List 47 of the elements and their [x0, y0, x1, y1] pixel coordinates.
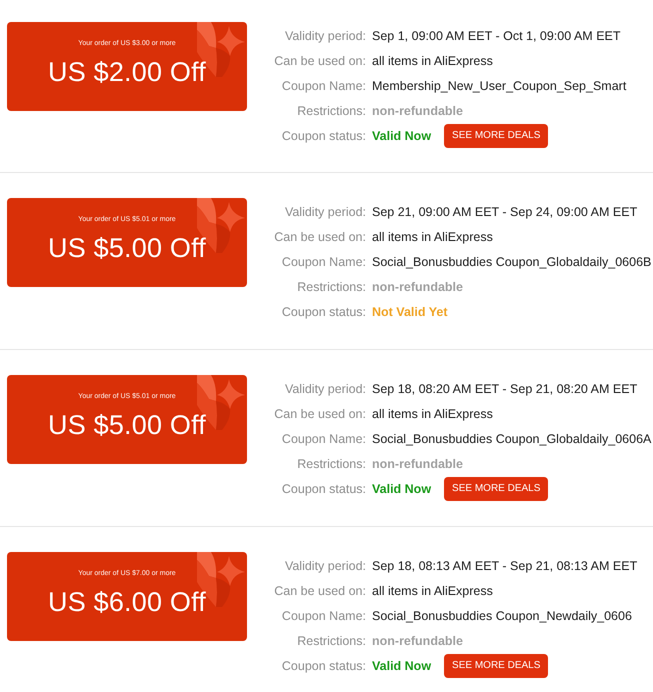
- coupon-status: Valid Now: [372, 658, 432, 672]
- field-label: Can be used on:: [273, 406, 366, 420]
- discount-amount: US $5.00 Off: [48, 409, 206, 441]
- field-value: Sep 18, 08:13 AM EET - Sep 21, 08:13 AM EET: [372, 558, 638, 572]
- field-value: Sep 18, 08:20 AM EET - Sep 21, 08:20 AM EET: [372, 382, 638, 396]
- field-label: Coupon status:: [280, 658, 366, 672]
- field-label: Coupon Name:: [280, 254, 366, 268]
- field-label: Coupon status:: [280, 128, 366, 142]
- field-label: Can be used on:: [273, 230, 366, 244]
- field-value: all items in AliExpress: [372, 406, 493, 420]
- field-value: Membership_New_User_Coupon_Sep_Smart: [372, 78, 626, 92]
- field-label: Coupon Name:: [280, 78, 366, 92]
- field-value: all items in AliExpress: [372, 584, 493, 598]
- field-label: Restrictions:: [296, 104, 366, 118]
- field-label: Can be used on:: [273, 584, 366, 598]
- discount-amount: US $2.00 Off: [48, 56, 206, 88]
- field-label: Coupon status:: [280, 304, 366, 318]
- see-more-deals-button[interactable]: SEE MORE DEALS: [444, 654, 548, 678]
- field-value: non-refundable: [372, 456, 463, 470]
- field-label: Validity period:: [284, 558, 366, 572]
- field-value: non-refundable: [372, 104, 463, 118]
- field-label: Coupon Name:: [280, 608, 366, 622]
- coupon-status: Valid Now: [372, 128, 432, 142]
- field-value: Social_Bonusbuddies Coupon_Globaldaily_0606A: [372, 432, 652, 446]
- field-label: Coupon status:: [280, 482, 366, 496]
- field-label: Restrictions:: [296, 456, 366, 470]
- see-more-deals-button[interactable]: SEE MORE DEALS: [444, 476, 548, 500]
- field-label: Validity period:: [284, 28, 366, 42]
- field-value: Sep 1, 09:00 AM EET - Oct 1, 09:00 AM EET: [372, 28, 621, 42]
- field-label: Restrictions:: [296, 280, 366, 294]
- field-value: all items in AliExpress: [372, 230, 493, 244]
- field-value: Social_Bonusbuddies Coupon_Globaldaily_0606B: [372, 254, 652, 268]
- discount-amount: US $6.00 Off: [48, 586, 206, 618]
- field-label: Validity period:: [284, 382, 366, 396]
- field-label: Can be used on:: [273, 54, 366, 68]
- field-value: Sep 21, 09:00 AM EET - Sep 24, 09:00 AM EET: [372, 204, 638, 218]
- see-more-deals-button[interactable]: SEE MORE DEALS: [444, 124, 548, 148]
- field-value: non-refundable: [372, 634, 463, 648]
- field-value: Social_Bonusbuddies Coupon_Newdaily_0606: [372, 608, 632, 622]
- field-value: all items in AliExpress: [372, 54, 493, 68]
- field-label: Validity period:: [284, 204, 366, 218]
- field-value: non-refundable: [372, 280, 463, 294]
- field-label: Restrictions:: [296, 634, 366, 648]
- discount-amount: US $5.00 Off: [48, 232, 206, 264]
- coupon-status: Valid Now: [372, 482, 432, 496]
- coupon-status: Not Valid Yet: [372, 304, 448, 318]
- field-label: Coupon Name:: [280, 432, 366, 446]
